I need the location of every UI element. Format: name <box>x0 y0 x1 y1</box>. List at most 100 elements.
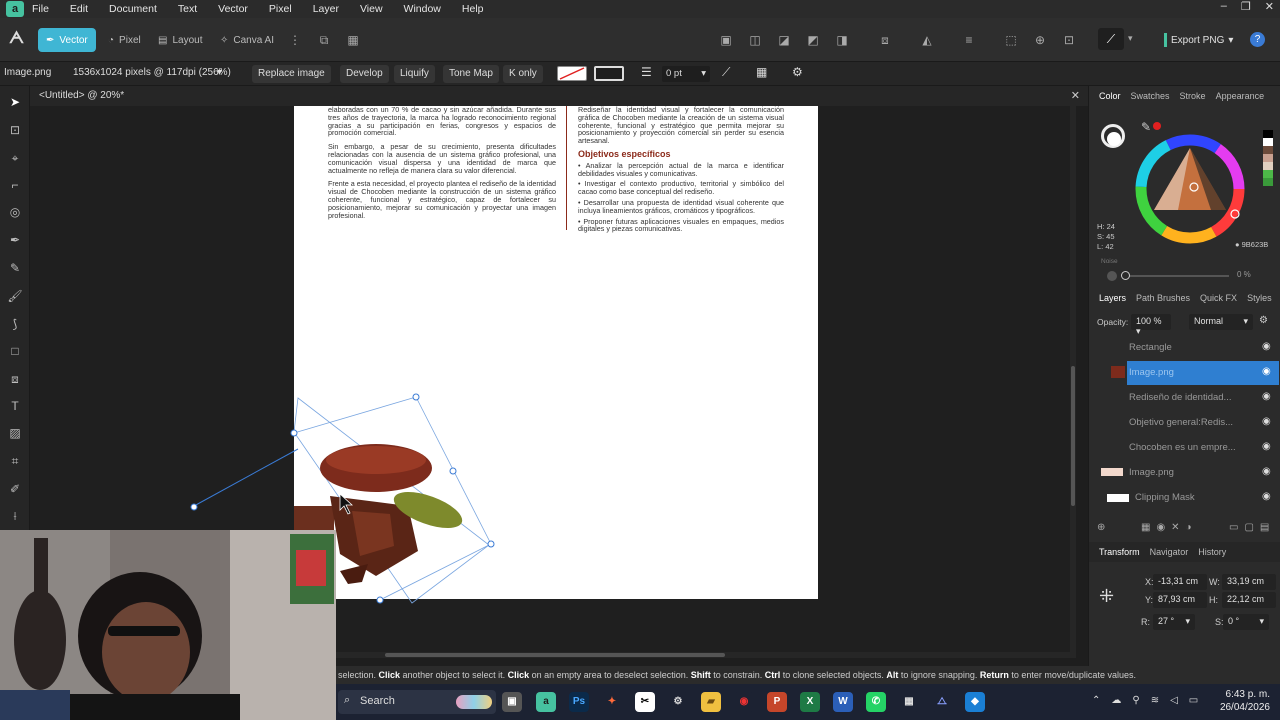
noise-swatch[interactable] <box>1107 271 1117 281</box>
image-tool-icon[interactable]: ▨ <box>7 425 23 441</box>
crop-icon[interactable]: ⊡ <box>1061 32 1077 48</box>
selected-row-eye[interactable]: ◉ <box>1251 361 1279 385</box>
opacity-field[interactable]: 100 % ▾ <box>1131 314 1171 336</box>
right-text-column[interactable]: Rediseñar la identidad visual y fortalec… <box>578 106 784 236</box>
minimize-button[interactable]: – <box>1221 0 1227 13</box>
layer-row[interactable]: Chocoben es un empre... ◉ <box>1089 436 1279 460</box>
rotation-field[interactable]: 27 ° ▾ <box>1153 614 1195 630</box>
selection-handle[interactable] <box>412 393 420 401</box>
maximize-button[interactable]: ❐ <box>1241 0 1251 13</box>
snapping-icon[interactable]: ⊕ <box>1032 32 1048 48</box>
rotation-handle[interactable] <box>190 503 198 511</box>
grid-icon[interactable]: ▦ <box>345 32 361 48</box>
tab-layers[interactable]: Layers <box>1099 293 1126 303</box>
transform-icon[interactable]: ⬚ <box>1003 32 1019 48</box>
layer-row-selected[interactable]: Image.png <box>1127 361 1251 385</box>
chevron-down-icon[interactable]: ▾ <box>1128 33 1133 44</box>
corner-tool-icon[interactable]: ⌐ <box>7 177 23 193</box>
tab-stroke[interactable]: Stroke <box>1180 91 1206 101</box>
export-png-button[interactable]: Export PNG ▾ <box>1158 29 1239 51</box>
bool-intersect-icon[interactable]: ◩ <box>805 32 821 48</box>
word-app-icon[interactable]: W <box>833 692 853 712</box>
more-icon[interactable]: ⋮ <box>287 32 303 48</box>
file-explorer-icon[interactable]: ▰ <box>701 692 721 712</box>
persona-canva-ai[interactable]: ✧ Canva AI <box>212 28 282 52</box>
vertical-scrollbar[interactable] <box>1070 106 1076 658</box>
taskbar-clock[interactable]: 6:43 p. m. 26/04/2026 <box>1220 688 1270 714</box>
replace-image-button[interactable]: Replace image <box>252 65 331 83</box>
eyedropper-icon[interactable]: ⟊ <box>7 508 23 524</box>
rectangle-tool-icon[interactable]: □ <box>7 343 23 359</box>
persona-pixel[interactable]: ◔ Pixel <box>100 28 149 52</box>
whatsapp-app-icon[interactable]: ✆ <box>866 692 886 712</box>
menu-file[interactable]: File <box>32 3 49 15</box>
task-view-icon[interactable]: ▣ <box>502 692 522 712</box>
left-text-column[interactable]: elaboradas con un 70 % de cacao y sin az… <box>328 106 556 225</box>
selection-handle[interactable] <box>487 540 495 548</box>
visibility-eye-icon[interactable]: ◉ <box>1262 491 1271 502</box>
menu-window[interactable]: Window <box>404 3 441 15</box>
bool-subtract-icon[interactable]: ◪ <box>776 32 792 48</box>
color-picker-icon[interactable]: ✐ <box>7 481 23 497</box>
tab-history[interactable]: History <box>1198 547 1226 557</box>
fill-color-well[interactable] <box>1107 132 1121 146</box>
pencil-tool-icon[interactable]: ✎ <box>7 260 23 276</box>
place-tool-icon[interactable]: ⧈ <box>7 371 23 387</box>
menu-document[interactable]: Document <box>109 3 157 15</box>
layer-row[interactable]: Objetivo general:Redis... ◉ <box>1089 411 1279 435</box>
visibility-eye-icon[interactable]: ◉ <box>1262 391 1271 402</box>
liquify-button[interactable]: Liquify <box>394 65 435 83</box>
bool-add-icon[interactable]: ◫ <box>747 32 763 48</box>
stroke-style-icon[interactable]: ☰ <box>641 65 652 79</box>
x-field[interactable]: -13,31 cm <box>1153 574 1207 590</box>
pressure-icon[interactable]: ⟋ <box>722 65 730 80</box>
menu-help[interactable]: Help <box>462 3 484 15</box>
menu-view[interactable]: View <box>360 3 383 15</box>
visibility-eye-icon[interactable]: ◉ <box>1262 441 1271 452</box>
tone-map-button[interactable]: Tone Map <box>443 65 499 83</box>
document-tab[interactable]: <Untitled> @ 20%* ✕ <box>30 86 1088 106</box>
artboard-tool-icon[interactable]: ⊡ <box>7 122 23 138</box>
layer-actions-icons[interactable]: ▦◉✕◑ <box>1141 522 1198 533</box>
snapping-toggle-button[interactable]: ⟋ <box>1098 28 1124 50</box>
help-icon[interactable]: ? <box>1250 32 1265 47</box>
y-field[interactable]: 87,93 cm <box>1153 592 1207 608</box>
fill-tool-icon[interactable]: ⟆ <box>7 316 23 332</box>
k-only-button[interactable]: K only <box>503 65 543 83</box>
bool-xor-icon[interactable]: ◨ <box>834 32 850 48</box>
hex-value[interactable]: ● 9B623B <box>1235 240 1268 249</box>
develop-button[interactable]: Develop <box>340 65 389 83</box>
visibility-eye-icon[interactable]: ◉ <box>1262 341 1271 352</box>
tab-navigator[interactable]: Navigator <box>1150 547 1189 557</box>
excel-app-icon[interactable]: X <box>800 692 820 712</box>
capcut-app-icon[interactable]: ✂ <box>635 692 655 712</box>
noise-slider[interactable] <box>1125 275 1229 277</box>
color-wheel[interactable] <box>1133 132 1247 246</box>
layer-row[interactable]: Rediseño de identidad... ◉ <box>1089 386 1279 410</box>
visibility-eye-icon[interactable]: ◉ <box>1262 416 1271 427</box>
chrome-app-icon[interactable]: ◉ <box>734 692 754 712</box>
stroke-width-field[interactable]: 0 pt ▾ <box>662 66 710 82</box>
align-icon[interactable]: ≡ <box>961 32 977 48</box>
tab-appearance[interactable]: Appearance <box>1216 91 1265 101</box>
stroke-swatch[interactable] <box>594 66 624 81</box>
swatch-strip[interactable] <box>1263 130 1273 190</box>
brush-tool-icon[interactable]: 🖌 <box>7 288 23 304</box>
persona-vector[interactable]: ✒ Vector <box>38 28 96 52</box>
selection-handle[interactable] <box>376 596 384 604</box>
move-tool-icon[interactable]: ➤ <box>7 94 23 110</box>
figma-app-icon[interactable]: ✦ <box>602 692 622 712</box>
noise-slider-handle[interactable] <box>1121 271 1130 280</box>
gear-icon[interactable]: ⚙ <box>1259 315 1268 326</box>
flip-icon[interactable]: ◭ <box>919 32 935 48</box>
taskbar-search[interactable]: ⌕ Search <box>338 690 496 714</box>
fill-swatch[interactable] <box>557 66 587 81</box>
photoshop-app-icon[interactable]: Ps <box>569 692 589 712</box>
place-icon[interactable]: ▣ <box>718 32 734 48</box>
openai-app-icon[interactable]: ⚙ <box>668 692 688 712</box>
pinned-app-icon[interactable]: ◆ <box>965 692 985 712</box>
persona-layout[interactable]: ▤ Layout <box>150 28 210 52</box>
w-field[interactable]: 33,19 cm <box>1222 574 1276 590</box>
document-setup-icon[interactable]: ⧉ <box>316 32 332 48</box>
menu-layer[interactable]: Layer <box>313 3 339 15</box>
